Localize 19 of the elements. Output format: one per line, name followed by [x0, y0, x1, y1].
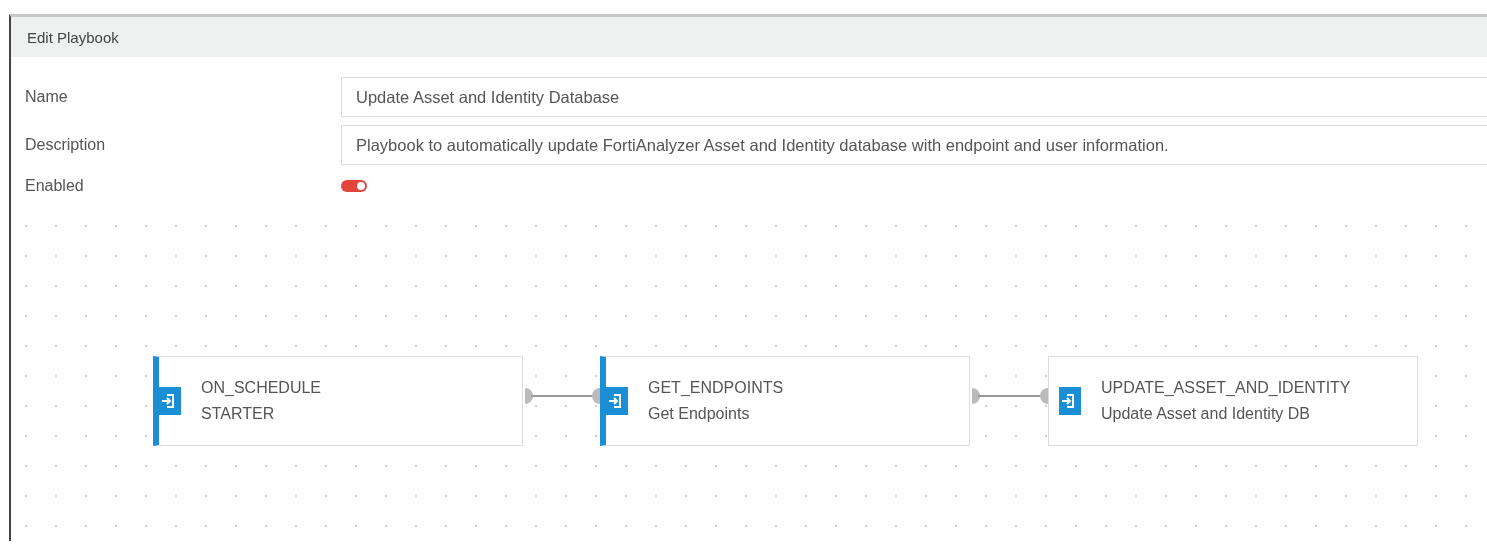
- description-input-field[interactable]: Playbook to automatically update FortiAnalyzer Asset and Identity database with endpoint and user information.: [341, 125, 1487, 165]
- node-title: GET_ENDPOINTS: [648, 379, 784, 397]
- node-subtitle: Update Asset and Identity DB: [1101, 405, 1311, 423]
- node-subtitle: STARTER: [201, 405, 276, 423]
- field-label: Name: [25, 88, 69, 106]
- playbook-node[interactable]: ON_SCHEDULE STARTER: [153, 356, 523, 446]
- playbook-node[interactable]: GET_ENDPOINTS Get Endpoints: [600, 356, 970, 446]
- entry-icon: [1059, 387, 1081, 415]
- node-subtitle: Get Endpoints: [648, 405, 751, 423]
- playbook-node[interactable]: UPDATE_ASSET_AND_IDENTITY Update Asset and Identity DB: [1048, 356, 1418, 446]
- node-title: UPDATE_ASSET_AND_IDENTITY: [1101, 379, 1351, 397]
- entry-icon: [159, 387, 181, 415]
- field-label: Description: [25, 136, 107, 154]
- panel-title: Edit Playbook: [27, 28, 119, 46]
- enabled-toggle[interactable]: [341, 180, 367, 192]
- field-label: Enabled: [25, 177, 85, 195]
- entry-icon: [606, 387, 628, 415]
- node-title: ON_SCHEDULE: [201, 379, 322, 397]
- name-input-field[interactable]: Update Asset and Identity Database: [341, 77, 1487, 117]
